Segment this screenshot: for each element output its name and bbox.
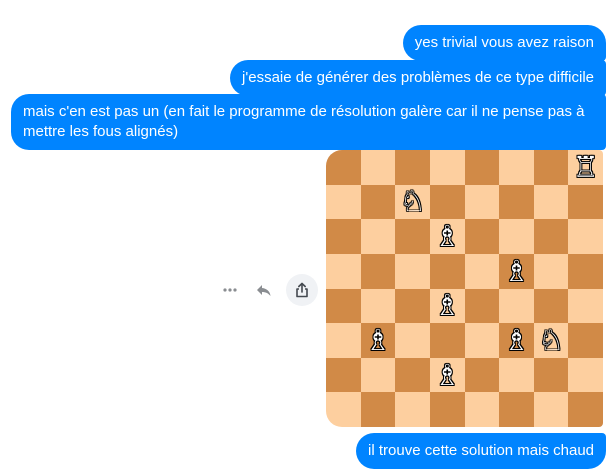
board-square: ♗: [429, 357, 465, 393]
board-square: [360, 150, 396, 185]
board-square: ♘: [395, 184, 430, 220]
board-square: [499, 184, 534, 220]
board-square: [533, 184, 569, 220]
message-bubble[interactable]: yes trivial vous avez raison: [402, 25, 606, 61]
board-square: [360, 219, 396, 254]
board-square: [429, 184, 465, 220]
board-square: ♗: [499, 323, 534, 358]
board-square: [360, 392, 396, 427]
board-square: ♗: [429, 219, 465, 254]
white-bishop-piece: ♗: [434, 357, 461, 392]
board-square: [360, 253, 396, 289]
white-bishop-piece: ♗: [503, 322, 530, 357]
message-actions: [214, 274, 320, 306]
board-square: ♗: [429, 288, 465, 324]
board-square: ♘: [533, 322, 569, 358]
board-square: [429, 323, 465, 358]
more-horizontal-icon: [223, 288, 237, 292]
white-rook-piece: ♖: [572, 150, 599, 184]
board-square: [499, 392, 534, 427]
board-square: [568, 184, 603, 220]
board-square: [499, 288, 534, 324]
message-bubble[interactable]: il trouve cette solution mais chaud: [356, 433, 606, 469]
message-text: yes trivial vous avez raison: [414, 34, 594, 51]
white-bishop-piece: ♗: [503, 253, 530, 288]
more-options-button[interactable]: [214, 274, 246, 306]
share-button[interactable]: [286, 274, 318, 306]
board-square: [464, 392, 500, 427]
board-square: [360, 357, 396, 393]
board-square: [395, 253, 430, 289]
board-square: [568, 253, 603, 289]
board-square: [326, 184, 361, 220]
board-square: [568, 219, 603, 254]
board-square: [533, 150, 569, 185]
board-square: [533, 219, 569, 254]
board-square: [533, 392, 569, 427]
board-square: [429, 253, 465, 289]
white-knight-piece: ♘: [399, 184, 426, 219]
white-bishop-piece: ♗: [434, 219, 461, 254]
board-square: [429, 392, 465, 427]
board-square: [533, 357, 569, 393]
message-bubble[interactable]: mais c'en est pas un (en fait le program…: [11, 94, 606, 150]
board-square: [429, 150, 465, 185]
board-square: ♗: [499, 253, 534, 289]
board-square: [326, 357, 361, 393]
board-square: ♗: [360, 322, 396, 358]
board-square: [568, 392, 603, 427]
board-square: [568, 323, 603, 358]
reply-button[interactable]: [248, 274, 280, 306]
board-square: [464, 150, 500, 185]
board-square: [395, 288, 430, 324]
board-square: [568, 357, 603, 393]
reply-icon: [257, 285, 271, 296]
board-square: [326, 219, 361, 254]
board-square: [395, 392, 430, 427]
board-square: [464, 357, 500, 393]
board-square: [533, 288, 569, 324]
board-square: [464, 184, 500, 220]
board-square: [464, 288, 500, 324]
board-square: [568, 288, 603, 324]
board-square: [395, 219, 430, 254]
board-square: [533, 253, 569, 289]
board-square: [326, 323, 361, 358]
white-bishop-piece: ♗: [364, 322, 391, 357]
board-square: [464, 253, 500, 289]
board-square: [326, 253, 361, 289]
board-square: [395, 357, 430, 393]
board-square: [499, 219, 534, 254]
board-square: [326, 288, 361, 324]
board-square: [499, 357, 534, 393]
board-square: [499, 150, 534, 185]
board-square: [326, 392, 361, 427]
board-square: [395, 150, 430, 185]
board-square: [326, 150, 361, 185]
board-square: ♖: [568, 150, 603, 185]
message-text: il trouve cette solution mais chaud: [368, 442, 594, 459]
white-bishop-piece: ♗: [434, 288, 461, 323]
board-square: [464, 323, 500, 358]
board-square: [360, 288, 396, 324]
message-text: mais c'en est pas un (en fait le program…: [23, 103, 585, 140]
board-square: [395, 323, 430, 358]
chessboard-image[interactable]: ♖ ♘ ♗ ♗ ♗ ♗ ♗ ♘ ♗: [326, 150, 603, 427]
white-knight-piece: ♘: [538, 322, 565, 357]
share-icon: [296, 282, 308, 298]
board-square: [464, 219, 500, 254]
message-bubble[interactable]: j'essaie de générer des problèmes de ce …: [230, 60, 606, 96]
board-square: [360, 184, 396, 220]
message-text: j'essaie de générer des problèmes de ce …: [242, 69, 594, 86]
